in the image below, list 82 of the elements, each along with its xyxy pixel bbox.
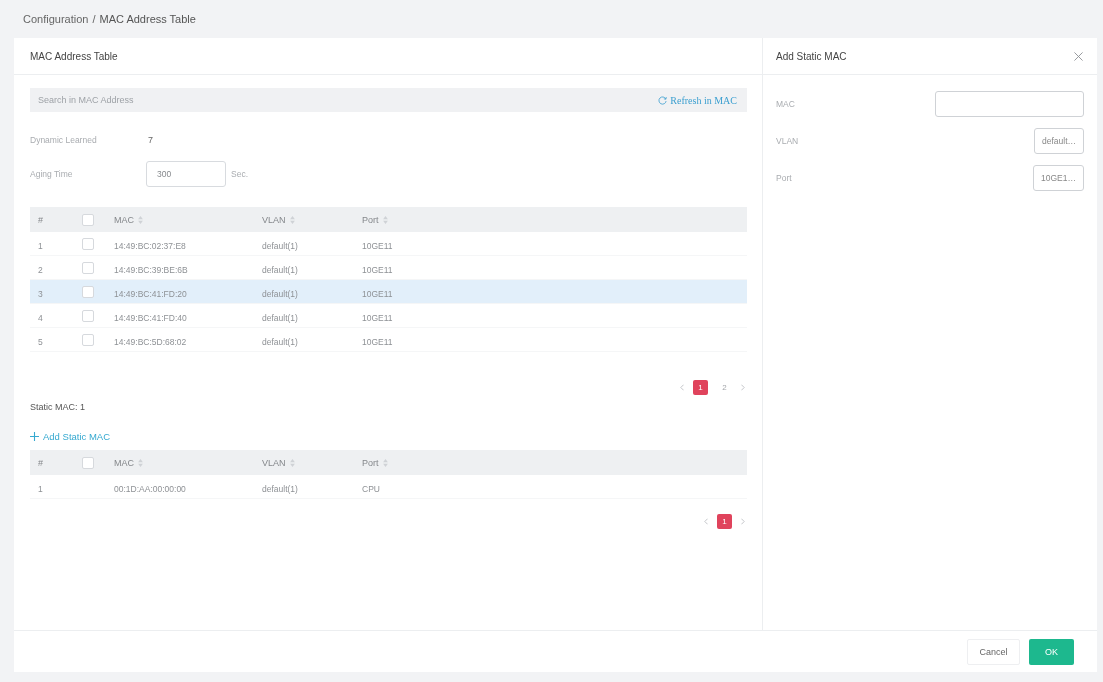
cancel-button[interactable]: Cancel — [967, 638, 1020, 665]
row-checkbox[interactable] — [82, 261, 94, 274]
row-checkbox[interactable] — [82, 285, 94, 298]
table-cell: default(1) — [262, 288, 298, 299]
breadcrumb-item[interactable]: Configuration — [23, 13, 89, 25]
select-field[interactable]: 10GE1… — [1033, 165, 1084, 191]
chevron-left-icon[interactable] — [680, 383, 684, 391]
plus-icon — [30, 431, 39, 441]
table-cell: default(1) — [262, 312, 298, 323]
table-cell: default(1) — [262, 336, 298, 347]
sort-icon[interactable] — [289, 458, 295, 467]
sort-icon[interactable] — [382, 215, 388, 224]
breadcrumb-separator: / — [92, 13, 96, 25]
table-cell: 14:49:BC:39:BE:6B — [114, 264, 188, 275]
select-field[interactable]: default… — [1033, 128, 1084, 154]
table-cell: 10GE11 — [362, 288, 393, 299]
add-static-link[interactable]: Add Static MAC — [30, 429, 111, 443]
column-header[interactable]: MAC — [114, 214, 143, 225]
page-button[interactable]: 1 — [717, 513, 732, 529]
sort-icon[interactable] — [138, 215, 143, 224]
stat-value: 7 — [147, 135, 153, 145]
field-label: Aging Time — [30, 169, 74, 179]
table-row[interactable]: 4 14:49:BC:41:FD:40 default(1) 10GE11 — [30, 304, 747, 328]
table-cell: 10GE11 — [362, 312, 393, 323]
column-header[interactable]: MAC — [114, 457, 143, 468]
sort-icon[interactable] — [289, 215, 295, 224]
table-cell: 1 — [38, 483, 43, 494]
select-all-checkbox[interactable] — [82, 456, 94, 469]
column-header[interactable]: VLAN — [262, 214, 295, 225]
table-cell: default(1) — [262, 240, 298, 251]
field-label: VLAN — [776, 136, 799, 146]
column-header[interactable]: VLAN — [262, 457, 295, 468]
table-cell: default(1) — [262, 264, 298, 275]
aging-time-field[interactable]: 300 — [146, 161, 226, 187]
column-header[interactable]: Port — [362, 214, 388, 225]
table-cell: 14:49:BC:02:37:E8 — [114, 240, 186, 251]
close-icon[interactable] — [1074, 51, 1083, 61]
table-cell: 10GE11 — [362, 240, 393, 251]
field-label: Port — [776, 173, 792, 183]
table-cell: 5 — [38, 336, 43, 347]
table-cell: 14:49:BC:5D:68:02 — [114, 336, 187, 347]
table-cell: 1 — [38, 240, 43, 251]
table-cell: 4 — [38, 312, 43, 323]
unit-label: Sec. — [231, 169, 248, 179]
refresh-icon — [658, 95, 668, 105]
column-header[interactable]: # — [38, 457, 43, 468]
table-cell: 14:49:BC:41:FD:40 — [114, 312, 187, 323]
ok-button[interactable]: OK — [1029, 638, 1074, 665]
chevron-right-icon[interactable] — [741, 383, 745, 391]
chevron-left-icon[interactable] — [704, 517, 708, 525]
panel-title: MAC Address Table — [30, 50, 118, 62]
table-cell: 10GE11 — [362, 264, 393, 275]
table-cell: 00:1D:AA:00:00:00 — [114, 483, 186, 494]
page-button[interactable]: 1 — [693, 379, 708, 395]
chevron-right-icon[interactable] — [741, 517, 745, 525]
row-checkbox[interactable] — [82, 333, 94, 346]
select-all-checkbox[interactable] — [82, 213, 94, 226]
table-row[interactable]: 5 14:49:BC:5D:68:02 default(1) 10GE11 — [30, 328, 747, 352]
column-header[interactable]: # — [38, 214, 43, 225]
table-row[interactable]: 1 00:1D:AA:00:00:00 default(1) CPU — [30, 475, 747, 499]
table-row[interactable]: 1 14:49:BC:02:37:E8 default(1) 10GE11 — [30, 232, 747, 256]
table-cell: CPU — [362, 483, 380, 494]
table-cell: 14:49:BC:41:FD:20 — [114, 288, 187, 299]
table-cell: default(1) — [262, 483, 298, 494]
panel-title: Add Static MAC — [776, 50, 847, 62]
row-checkbox[interactable] — [82, 237, 94, 250]
page-button[interactable]: 2 — [717, 379, 732, 395]
table-cell: 3 — [38, 288, 43, 299]
field-label: MAC — [776, 99, 795, 109]
refresh-link[interactable]: Refresh in MAC — [654, 88, 747, 112]
static-count: Static MAC: 1 — [30, 401, 86, 414]
mac-field[interactable] — [935, 91, 1084, 117]
table-cell: 2 — [38, 264, 43, 275]
table-row[interactable]: 3 14:49:BC:41:FD:20 default(1) 10GE11 — [30, 280, 747, 304]
field-label: Dynamic Learned — [30, 135, 98, 145]
breadcrumb-item: MAC Address Table — [99, 13, 196, 25]
search-field[interactable]: Search in MAC Address — [30, 88, 655, 112]
sort-icon[interactable] — [382, 458, 388, 467]
sort-icon[interactable] — [138, 458, 143, 467]
table-cell: 10GE11 — [362, 336, 393, 347]
column-header[interactable]: Port — [362, 457, 388, 468]
row-checkbox[interactable] — [82, 309, 94, 322]
